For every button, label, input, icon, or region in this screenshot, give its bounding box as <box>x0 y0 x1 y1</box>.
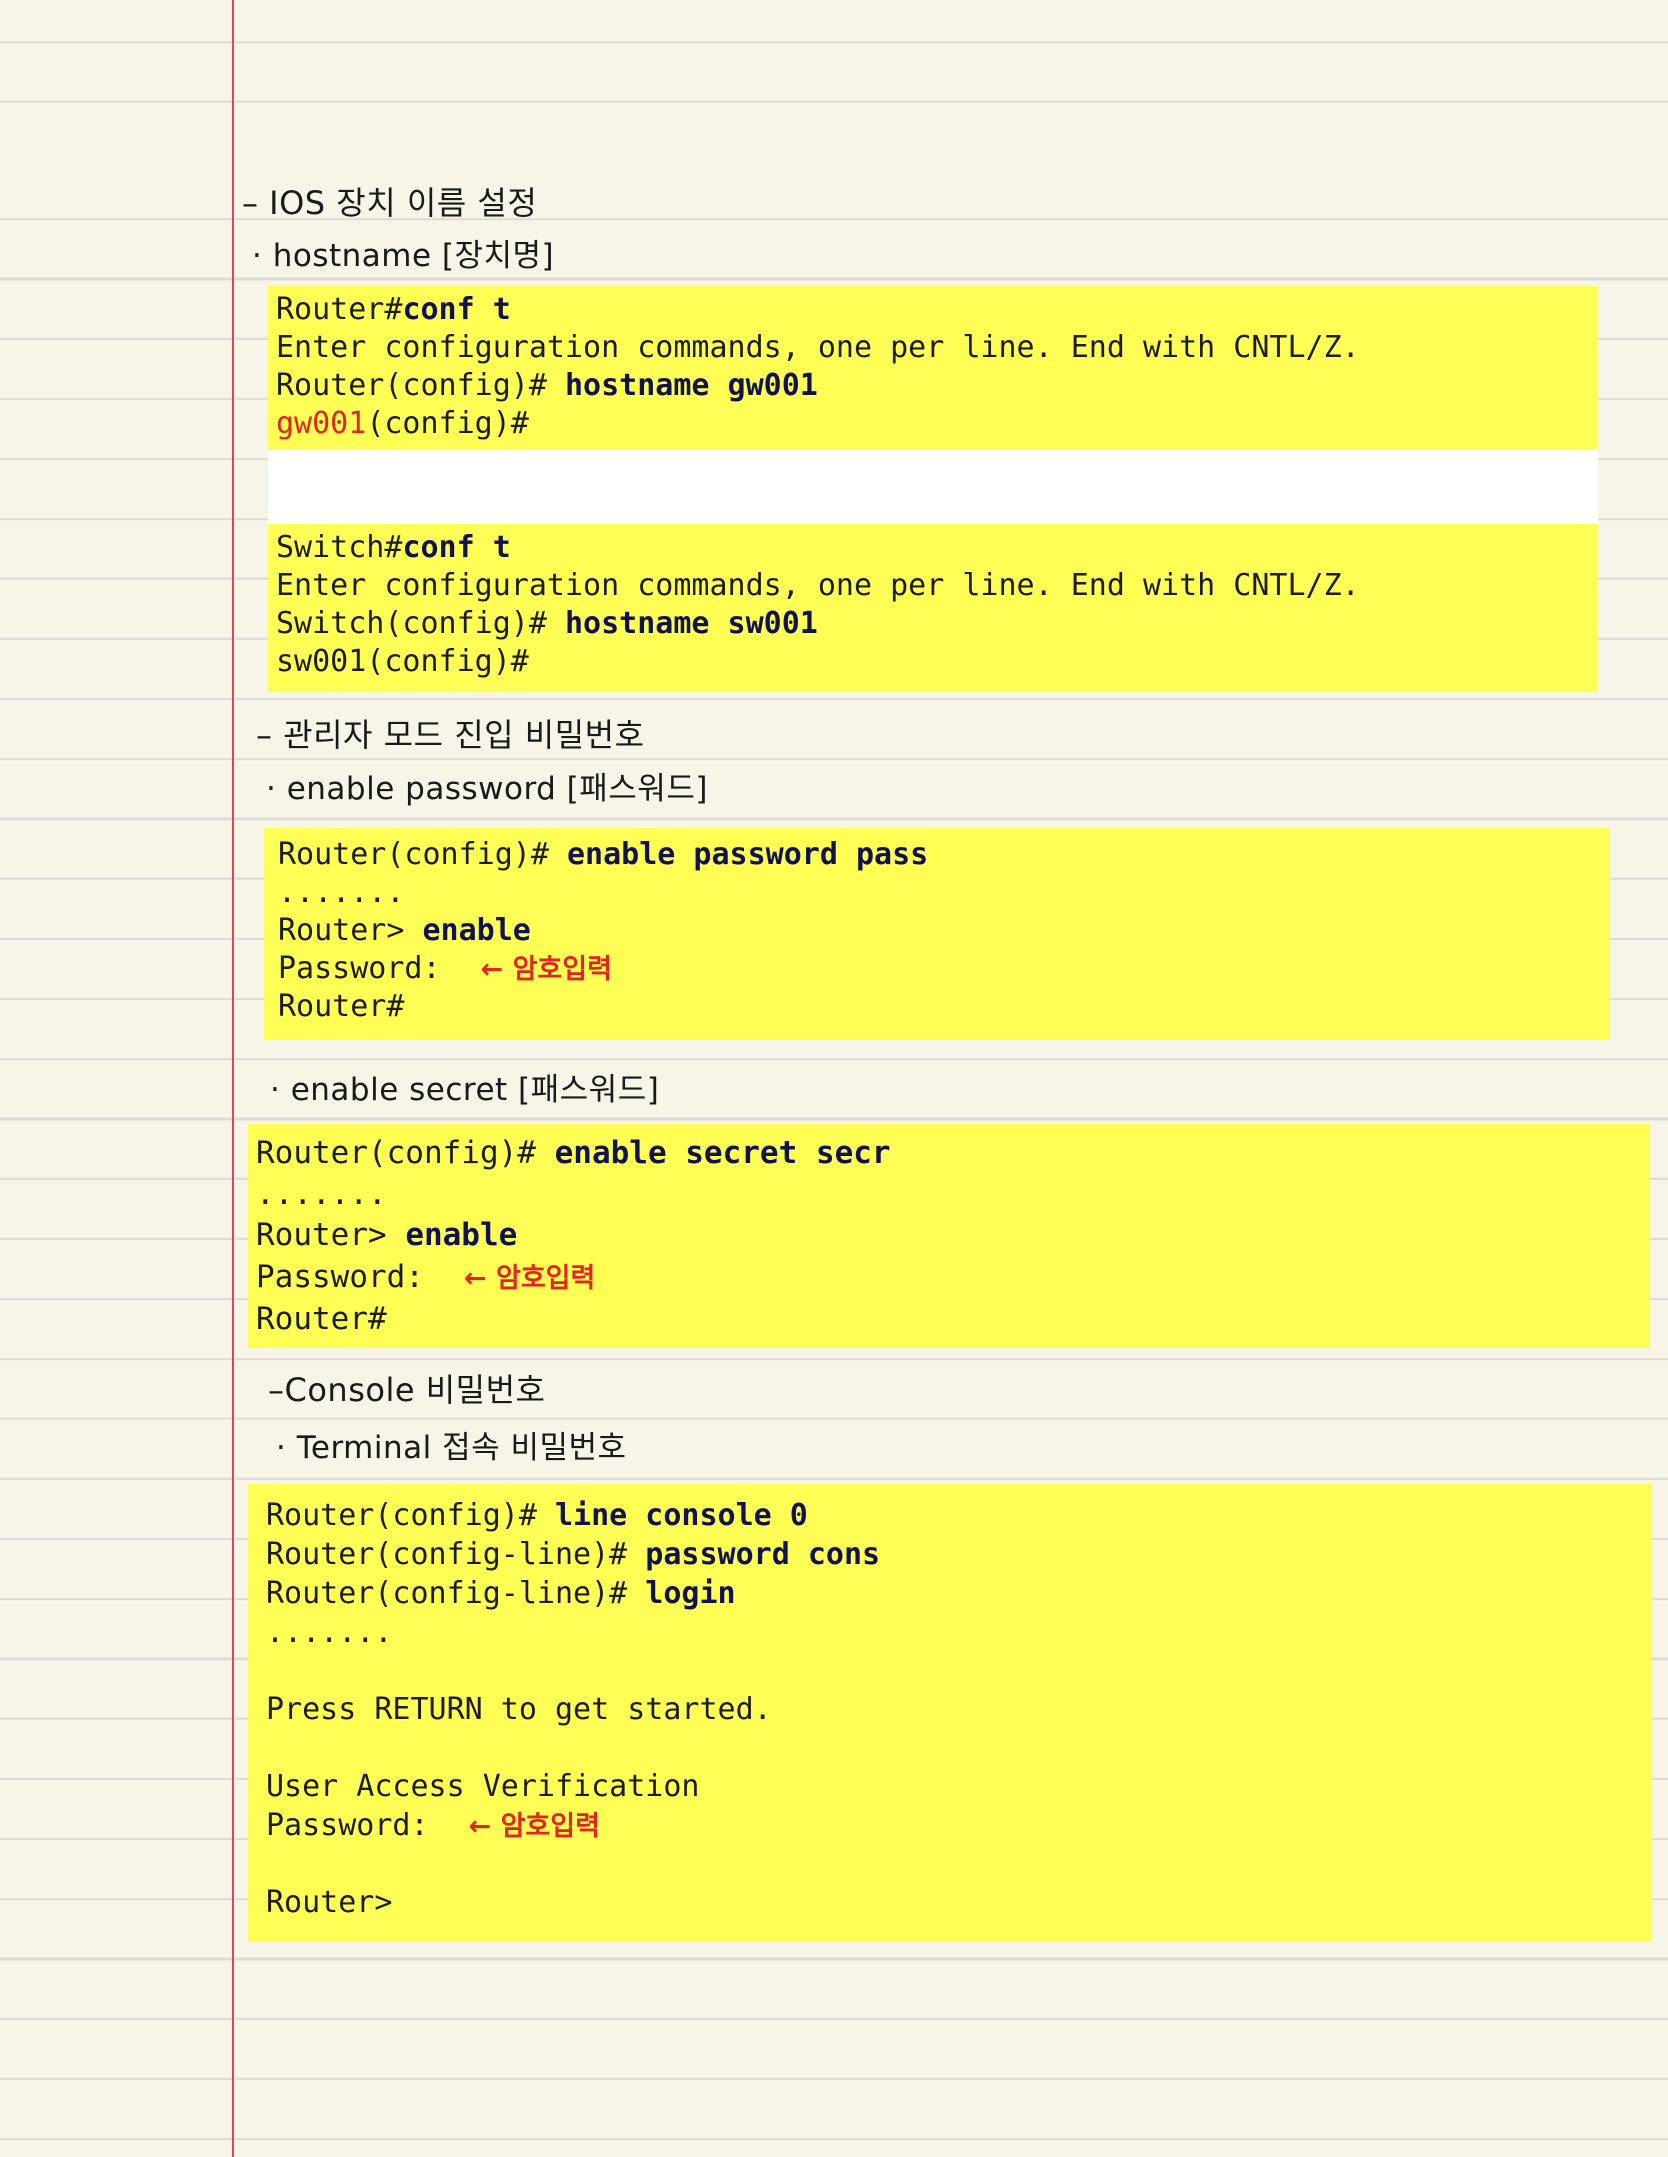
prompt-line: Router> <box>266 1885 393 1920</box>
output-line: Enter configuration commands, one per li… <box>276 568 1360 603</box>
new-hostname: gw001 <box>276 406 367 441</box>
heading-console: –Console 비밀번호 <box>268 1371 546 1409</box>
subheading-enable-password: · enable password [패스워드] <box>266 771 708 807</box>
password-prompt: Password: <box>266 1808 429 1843</box>
output-line: Enter configuration commands, one per li… <box>276 330 1360 365</box>
subheading-hostname: · hostname [장치명] <box>252 238 555 274</box>
annotation: ← 암호입력 <box>463 1263 596 1294</box>
command: hostname sw001 <box>564 606 818 641</box>
prompt-line: Router# <box>278 989 405 1024</box>
password-prompt: Password: <box>256 1259 424 1295</box>
code-block-router-hostname: Router#conf t Enter configuration comman… <box>268 286 1598 450</box>
command: enable password pass <box>566 837 929 872</box>
command: conf t <box>402 292 511 327</box>
code-block-console: Router(config)# line console 0 Router(co… <box>248 1484 1652 1942</box>
command: line console 0 <box>554 1498 808 1533</box>
code-block-switch-hostname: Switch#conf t Enter configuration comman… <box>268 524 1598 692</box>
command: conf t <box>402 530 511 565</box>
command: enable <box>422 913 531 948</box>
gap <box>268 450 1598 524</box>
prompt: Router(config)# <box>276 368 565 403</box>
heading-enable-password: – 관리자 모드 진입 비밀번호 <box>256 716 645 754</box>
prompt: Router> <box>256 1217 406 1253</box>
prompt-line: Router# <box>256 1301 387 1337</box>
ellipsis-line: ....... <box>266 1615 393 1650</box>
prompt: Router(config)# <box>256 1135 555 1171</box>
subheading-terminal: · Terminal 접속 비밀번호 <box>276 1430 627 1466</box>
prompt: Router(config-line)# <box>266 1537 646 1572</box>
command: login <box>645 1576 736 1611</box>
command: password cons <box>645 1537 881 1572</box>
output-line: Press RETURN to get started. <box>266 1692 772 1727</box>
command: enable <box>405 1217 518 1253</box>
heading-hostname: – IOS 장치 이름 설정 <box>242 184 538 222</box>
annotation: ← 암호입력 <box>480 954 612 985</box>
command: hostname gw001 <box>564 368 818 403</box>
command: enable secret secr <box>554 1135 891 1171</box>
prompt: Router(config)# <box>266 1498 555 1533</box>
annotation: ← 암호입력 <box>468 1811 600 1842</box>
password-prompt: Password: <box>278 951 441 986</box>
output-line: User Access Verification <box>266 1769 700 1804</box>
prompt: Switch# <box>276 530 403 565</box>
ellipsis-line: ....... <box>256 1176 387 1212</box>
subheading-enable-secret: · enable secret [패스워드] <box>270 1072 660 1108</box>
prompt: Router(config-line)# <box>266 1576 646 1611</box>
prompt-line: sw001(config)# <box>276 644 529 679</box>
prompt: Switch(config)# <box>276 606 565 641</box>
code-block-enable-secret: Router(config)# enable secret secr .....… <box>248 1124 1650 1348</box>
code-block-enable-password: Router(config)# enable password pass ...… <box>264 828 1610 1040</box>
ellipsis-line: ....... <box>278 875 405 910</box>
prompt: Router> <box>278 913 423 948</box>
prompt: Router# <box>276 292 403 327</box>
prompt: (config)# <box>366 406 529 441</box>
prompt: Router(config)# <box>278 837 567 872</box>
margin-line <box>232 0 234 2157</box>
